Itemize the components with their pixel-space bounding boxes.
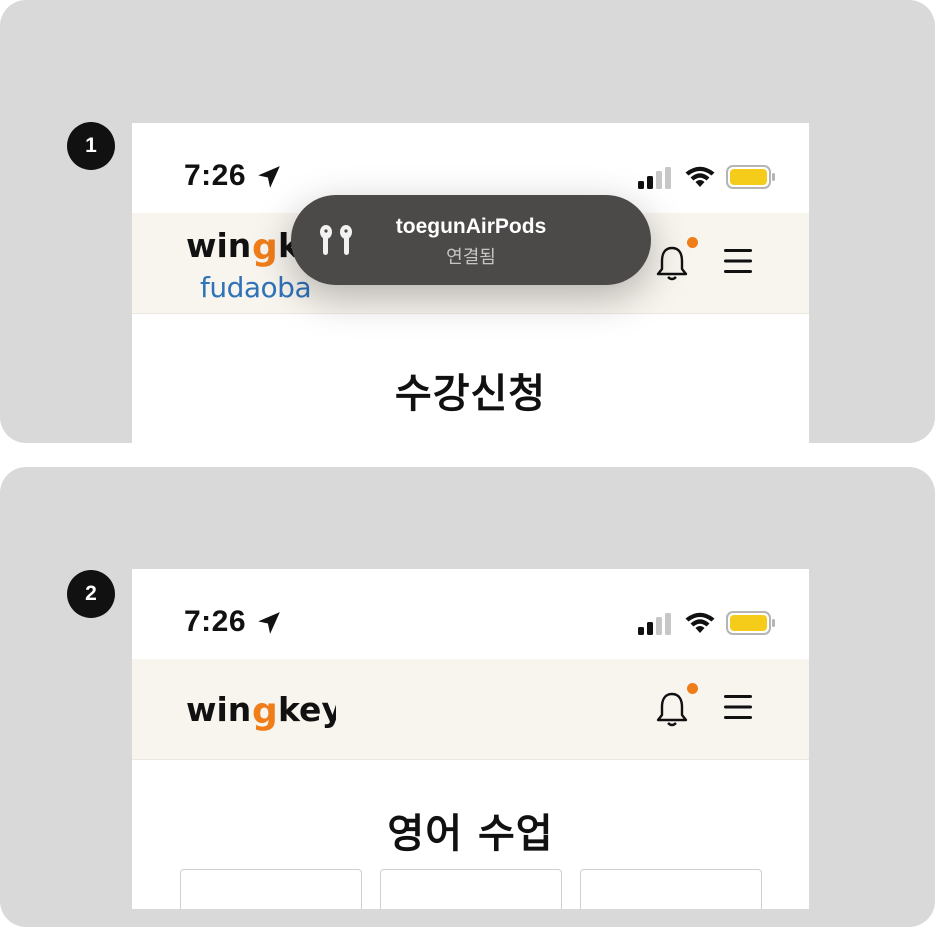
- svg-text:g: g: [252, 227, 278, 267]
- svg-text:g: g: [252, 691, 278, 731]
- signal-icon: [638, 167, 671, 189]
- class-option-1[interactable]: [180, 869, 362, 909]
- status-time: 7:26: [184, 605, 247, 638]
- location-arrow-icon: [258, 612, 280, 634]
- notification-dot: [687, 237, 698, 248]
- fudaoba-logo: fudaoba: [200, 271, 312, 304]
- popup-device-name: toegunAirPods: [395, 215, 547, 238]
- hamburger-menu-icon[interactable]: [722, 693, 754, 721]
- wingkey-logo[interactable]: win g key: [186, 687, 336, 731]
- hamburger-menu-icon[interactable]: [722, 247, 754, 275]
- battery-icon: [726, 611, 775, 635]
- popup-status: 연결됨: [446, 247, 496, 268]
- page-title: 수강신청: [394, 371, 547, 417]
- step-badge-2: 2: [67, 570, 115, 618]
- bell-icon: [656, 692, 688, 727]
- wifi-icon: [685, 612, 715, 633]
- airpods-connected-popup[interactable]: toegunAirPods 연결됨: [291, 195, 651, 285]
- bell-icon: [656, 246, 688, 281]
- app-header: win g key: [132, 659, 809, 760]
- svg-text:win: win: [186, 226, 251, 265]
- screenshot-panel-1: 1 7:26 win g fudaoba 수강신청 toegunAirPods …: [0, 0, 935, 443]
- svg-text:win: win: [186, 690, 251, 729]
- status-time: 7:26: [184, 159, 247, 192]
- notification-button[interactable]: [652, 237, 698, 283]
- class-option-3[interactable]: [580, 869, 762, 909]
- step-badge-1: 1: [67, 122, 115, 170]
- page-title: 영어 수업: [387, 811, 554, 857]
- notification-dot: [687, 683, 698, 694]
- class-option-2[interactable]: [380, 869, 562, 909]
- status-bar: 7:26: [132, 569, 809, 659]
- notification-button[interactable]: [652, 683, 698, 729]
- wifi-icon: [685, 166, 715, 187]
- location-arrow-icon: [258, 166, 280, 188]
- class-option-row: [180, 869, 762, 909]
- screenshot-panel-2: 2 7:26 win g key 영어 수업: [0, 467, 935, 927]
- phone-screen-2: 7:26 win g key 영어 수업: [132, 569, 809, 909]
- signal-icon: [638, 613, 671, 635]
- svg-text:key: key: [278, 690, 336, 729]
- airpods-icon: [320, 225, 352, 255]
- battery-icon: [726, 165, 775, 189]
